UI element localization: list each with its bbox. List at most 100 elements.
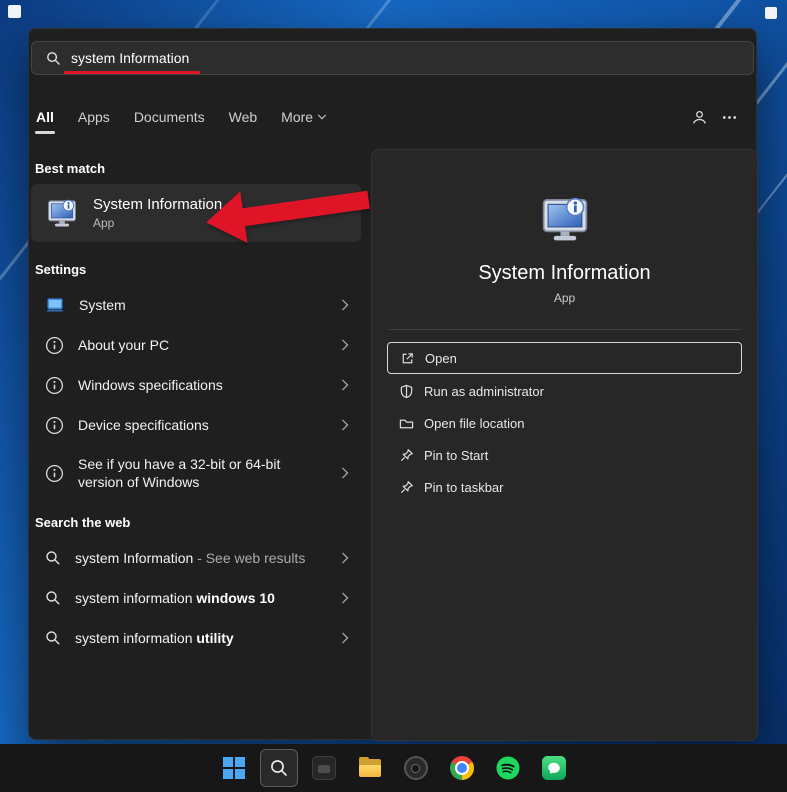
action-label: Pin to taskbar (424, 480, 504, 495)
messages-app-button[interactable] (534, 748, 574, 788)
query-text: system information (75, 630, 196, 646)
dark-app-icon (312, 756, 336, 780)
info-circle-icon (45, 416, 64, 435)
settings-result-windows-specifications[interactable]: Windows specifications (31, 365, 361, 405)
query-text: system information (75, 590, 196, 606)
result-label: About your PC (78, 336, 169, 354)
action-label: Pin to Start (424, 448, 488, 463)
best-match-subtitle: App (93, 216, 222, 230)
account-icon[interactable] (684, 104, 714, 130)
section-header-search-the-web: Search the web (35, 515, 357, 530)
more-options-icon[interactable] (714, 104, 744, 130)
web-result-utility[interactable]: system information utility (31, 618, 361, 658)
search-icon (45, 590, 61, 606)
result-label: system Information - See web results (75, 549, 305, 567)
chevron-right-icon (341, 552, 349, 565)
camera-lens-app-button[interactable] (396, 748, 436, 788)
action-pin-to-start[interactable]: Pin to Start (387, 440, 742, 470)
chevron-right-icon (341, 592, 349, 605)
tab-more-label: More (281, 109, 313, 125)
chevron-right-icon (341, 632, 349, 645)
chevron-right-icon (341, 467, 349, 480)
info-circle-icon (45, 464, 64, 483)
tab-documents[interactable]: Documents (133, 106, 206, 128)
folder-icon (399, 416, 414, 431)
search-input[interactable] (61, 50, 739, 66)
chrome-button[interactable] (442, 748, 482, 788)
info-circle-icon (45, 376, 64, 395)
result-label: System (79, 296, 126, 314)
pin-icon (399, 480, 414, 495)
result-label: See if you have a 32-bit or 64-bit versi… (78, 455, 318, 491)
messages-icon (542, 756, 566, 780)
chevron-right-icon (341, 419, 349, 432)
result-label: Windows specifications (78, 376, 223, 394)
search-flyout: All Apps Documents Web More Best match (28, 28, 757, 740)
completion-text: windows 10 (196, 590, 275, 606)
taskbar (0, 744, 787, 792)
chevron-right-icon (341, 339, 349, 352)
pin-icon (399, 448, 414, 463)
chrome-icon (450, 756, 474, 780)
tab-web-label: Web (229, 109, 258, 125)
tab-web[interactable]: Web (228, 106, 259, 128)
action-open[interactable]: Open (387, 342, 742, 374)
divider (388, 329, 741, 330)
search-icon (45, 630, 61, 646)
query-text: system Information (75, 550, 193, 566)
search-filter-tabs: All Apps Documents Web More (35, 103, 744, 131)
info-circle-icon (45, 336, 64, 355)
result-label: Device specifications (78, 416, 209, 434)
taskbar-search-button[interactable] (260, 749, 298, 787)
search-bar[interactable] (31, 41, 754, 75)
tab-more[interactable]: More (280, 106, 328, 128)
result-label: system information windows 10 (75, 589, 275, 607)
web-result-windows-10[interactable]: system information windows 10 (31, 578, 361, 618)
web-result-see-web-results[interactable]: system Information - See web results (31, 538, 361, 578)
system-settings-icon (45, 295, 65, 315)
settings-result-about-pc[interactable]: About your PC (31, 325, 361, 365)
spotify-icon (496, 756, 520, 780)
action-pin-to-taskbar[interactable]: Pin to taskbar (387, 472, 742, 502)
settings-result-system[interactable]: System (31, 285, 361, 325)
annotation-underline (64, 71, 200, 74)
suffix-text: - See web results (193, 550, 305, 566)
results-list: Best match System Information App (29, 149, 363, 739)
search-icon (46, 51, 61, 66)
action-label: Open file location (424, 416, 524, 431)
preview-subtitle: App (372, 291, 757, 305)
completion-text: utility (196, 630, 233, 646)
tab-apps[interactable]: Apps (77, 106, 111, 128)
search-icon (269, 758, 289, 778)
section-header-best-match: Best match (35, 161, 357, 176)
settings-result-32-or-64-bit[interactable]: See if you have a 32-bit or 64-bit versi… (31, 445, 361, 501)
file-explorer-icon (358, 756, 382, 780)
windows-logo-icon (223, 757, 245, 779)
preview-pane: System Information App Open Run as admin… (371, 149, 758, 741)
wallpaper-highlight (8, 5, 21, 18)
spotify-button[interactable] (488, 748, 528, 788)
taskbar-dark-app-button[interactable] (304, 748, 344, 788)
shield-icon (399, 384, 414, 399)
chevron-right-icon (341, 379, 349, 392)
tab-documents-label: Documents (134, 109, 205, 125)
open-icon (400, 351, 415, 366)
chevron-down-icon (317, 112, 327, 122)
settings-result-device-specifications[interactable]: Device specifications (31, 405, 361, 445)
preview-title: System Information (372, 262, 757, 285)
system-information-app-icon (538, 192, 592, 246)
result-label: system information utility (75, 629, 234, 647)
file-explorer-button[interactable] (350, 748, 390, 788)
search-icon (45, 550, 61, 566)
chevron-right-icon (341, 299, 349, 312)
start-button[interactable] (214, 748, 254, 788)
tab-all-label: All (36, 109, 54, 125)
tab-all[interactable]: All (35, 106, 55, 128)
tab-apps-label: Apps (78, 109, 110, 125)
camera-lens-icon (404, 756, 428, 780)
action-run-as-administrator[interactable]: Run as administrator (387, 376, 742, 406)
wallpaper-highlight (765, 7, 777, 19)
system-information-app-icon (45, 196, 79, 230)
action-label: Run as administrator (424, 384, 544, 399)
action-open-file-location[interactable]: Open file location (387, 408, 742, 438)
